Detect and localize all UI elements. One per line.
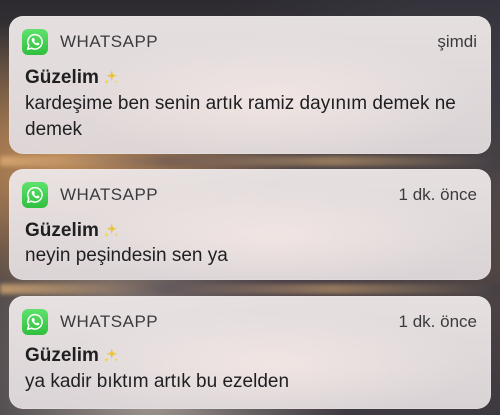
sender-name: Güzelim bbox=[25, 220, 99, 241]
app-name: WHATSAPP bbox=[60, 185, 159, 204]
notification-card[interactable]: WHATSAPP şimdi Güzelim kardeşime ben sen… bbox=[9, 16, 491, 154]
sender-row: Güzelim bbox=[25, 220, 120, 242]
sparkles-icon bbox=[104, 223, 118, 237]
notification-header: WHATSAPP 1 dk. önce bbox=[22, 308, 477, 336]
message-text: neyin peşindesin sen ya bbox=[25, 245, 228, 266]
notification-card[interactable]: WHATSAPP 1 dk. önce Güzelim neyin peşind… bbox=[9, 169, 491, 280]
whatsapp-icon bbox=[22, 29, 48, 55]
whatsapp-icon bbox=[22, 182, 48, 208]
notification-card[interactable]: WHATSAPP 1 dk. önce Güzelim ya kadir bık… bbox=[9, 296, 491, 409]
notification-time: 1 dk. önce bbox=[398, 312, 477, 331]
wallpaper-streak bbox=[0, 284, 500, 294]
wallpaper-streak bbox=[0, 156, 500, 166]
notification-header: WHATSAPP 1 dk. önce bbox=[22, 181, 477, 209]
sender-name: Güzelim bbox=[25, 67, 99, 88]
message-text: kardeşime ben senin artık ramiz dayınım … bbox=[25, 93, 456, 140]
sender-row: Güzelim bbox=[25, 345, 120, 367]
notification-header: WHATSAPP şimdi bbox=[22, 28, 477, 56]
notification-time: şimdi bbox=[437, 32, 477, 51]
sparkles-icon bbox=[104, 70, 118, 84]
app-name: WHATSAPP bbox=[60, 32, 159, 51]
whatsapp-icon bbox=[22, 309, 48, 335]
sender-name: Güzelim bbox=[25, 345, 99, 366]
sparkles-icon bbox=[104, 348, 118, 362]
app-name: WHATSAPP bbox=[60, 312, 159, 331]
message-text: ya kadir bıktım artık bu ezelden bbox=[25, 371, 290, 392]
sender-row: Güzelim bbox=[25, 67, 120, 89]
notification-time: 1 dk. önce bbox=[398, 185, 477, 204]
